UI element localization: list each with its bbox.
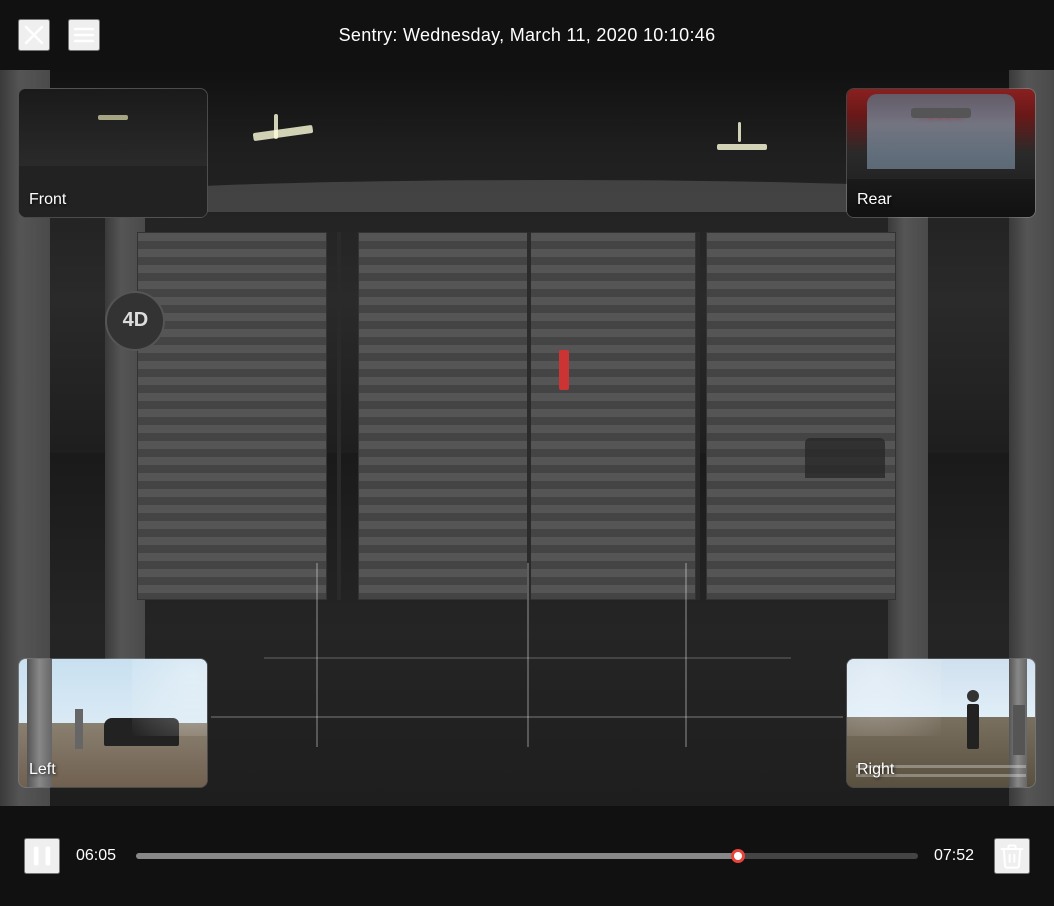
parking-line-3 bbox=[685, 563, 687, 747]
parking-line-h1 bbox=[211, 716, 843, 718]
sunlight bbox=[132, 659, 207, 736]
parking-line-1 bbox=[316, 563, 318, 747]
progress-dot[interactable] bbox=[731, 849, 745, 863]
progress-bar[interactable] bbox=[136, 853, 918, 859]
total-time: 07:52 bbox=[934, 847, 978, 865]
right-charger bbox=[1013, 705, 1025, 755]
parking-line-2 bbox=[527, 563, 529, 747]
header: Sentry: Wednesday, March 11, 2020 10:10:… bbox=[0, 0, 1054, 70]
thumbnail-rear[interactable]: TESLA Rear bbox=[846, 88, 1036, 218]
current-time: 06:05 bbox=[76, 847, 120, 865]
rearview-mirror bbox=[911, 108, 971, 118]
controls-bar: 06:05 07:52 bbox=[0, 806, 1054, 906]
right-sunlight bbox=[847, 659, 941, 736]
person-silhouette bbox=[967, 704, 979, 749]
rear-camera-label: Rear bbox=[857, 191, 892, 209]
front-camera-label: Front bbox=[29, 191, 66, 209]
header-title: Sentry: Wednesday, March 11, 2020 10:10:… bbox=[339, 25, 716, 46]
progress-fill bbox=[136, 853, 738, 859]
ceiling-light-2 bbox=[717, 144, 767, 150]
door-frame-2 bbox=[527, 232, 531, 600]
menu-button[interactable] bbox=[68, 19, 100, 51]
parking-sign: 4D bbox=[105, 291, 165, 351]
ceiling-wire-1 bbox=[274, 114, 278, 139]
roller-door-right bbox=[706, 232, 896, 600]
rear-windshield bbox=[867, 94, 1015, 169]
video-area: 4D Front bbox=[0, 70, 1054, 806]
parking-line-h2 bbox=[264, 657, 791, 659]
door-frame-1 bbox=[337, 232, 341, 600]
fire-extinguisher bbox=[559, 350, 569, 390]
right-camera-label: Right bbox=[857, 761, 894, 779]
thumbnail-front[interactable]: Front bbox=[18, 88, 208, 218]
delete-button[interactable] bbox=[994, 838, 1030, 874]
thumbnail-left[interactable]: Left bbox=[18, 658, 208, 788]
car-shadow bbox=[805, 438, 885, 478]
thumbnail-right[interactable]: Right bbox=[846, 658, 1036, 788]
left-camera-label: Left bbox=[29, 761, 56, 779]
door-frame-3 bbox=[696, 232, 700, 600]
progress-dot-inner bbox=[734, 852, 742, 860]
pause-button[interactable] bbox=[24, 838, 60, 874]
main-video-front[interactable]: 4D Front bbox=[0, 70, 1054, 806]
ceiling-wire-2 bbox=[738, 122, 741, 142]
close-button[interactable] bbox=[18, 19, 50, 51]
charger-pole bbox=[75, 709, 83, 749]
roller-door-left bbox=[137, 232, 327, 600]
